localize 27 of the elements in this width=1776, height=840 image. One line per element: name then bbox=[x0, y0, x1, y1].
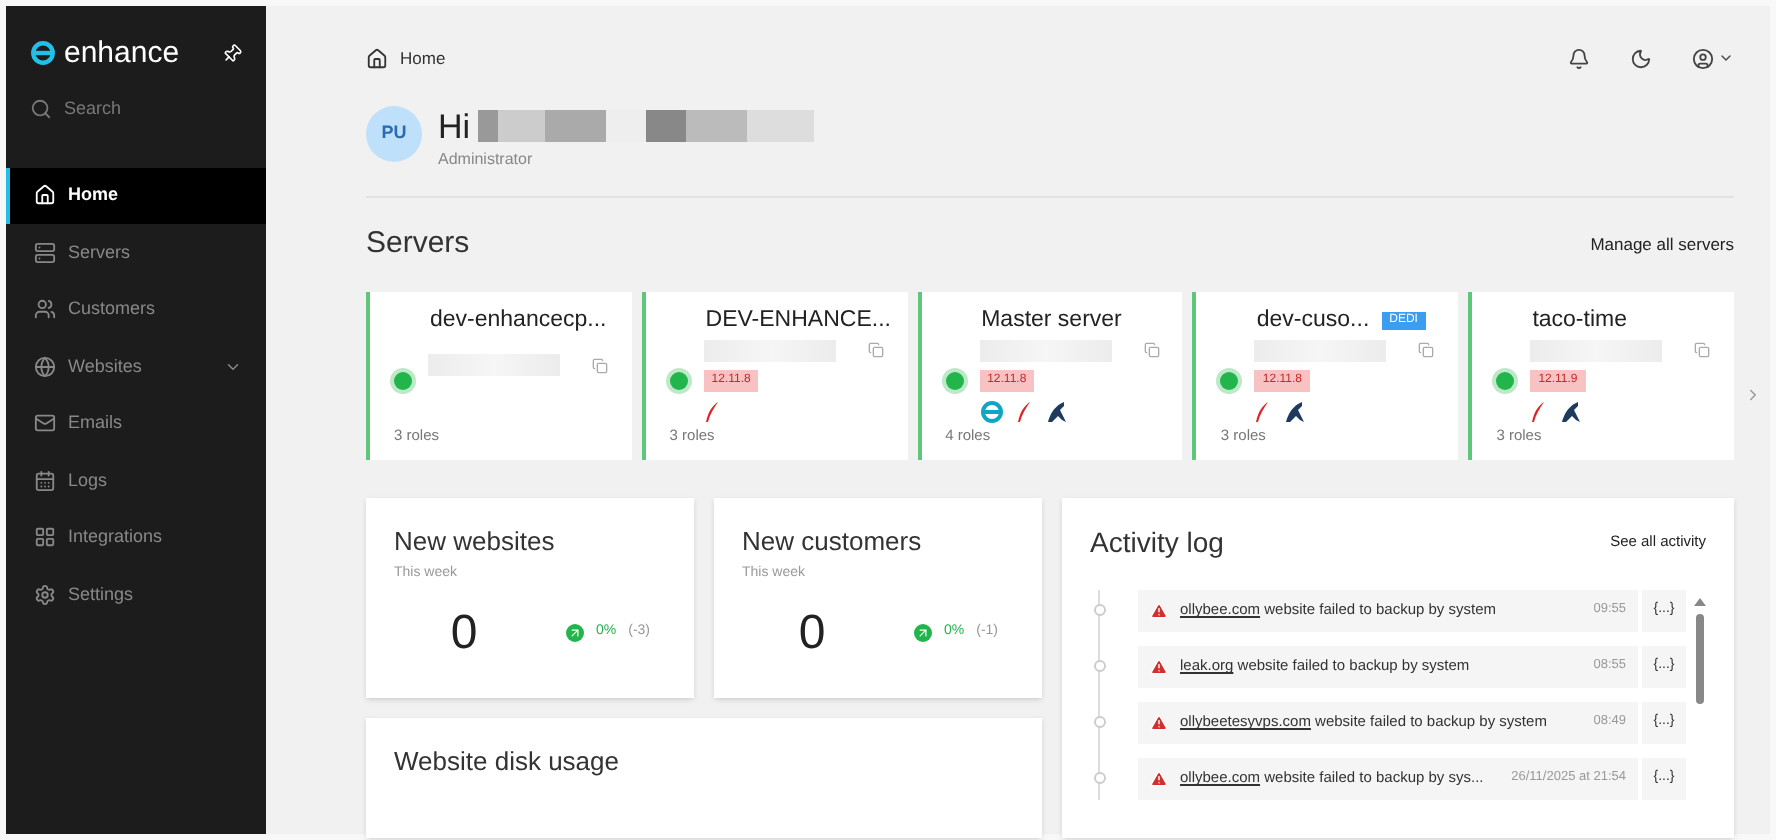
greeting: Hi bbox=[438, 105, 471, 148]
stat-title: New websites bbox=[394, 523, 557, 559]
sidebar-item[interactable]: Servers bbox=[6, 224, 266, 281]
server-name: DEV-ENHANCE... bbox=[705, 305, 891, 335]
manage-servers-link[interactable]: Manage all servers bbox=[1590, 231, 1734, 258]
sidebar-item[interactable]: Websites bbox=[6, 338, 266, 395]
card-title: Activity log bbox=[1090, 523, 1224, 562]
server-name: dev-enhancecp... bbox=[430, 305, 607, 335]
stat-title: New customers bbox=[742, 523, 924, 559]
card-title: Website disk usage bbox=[394, 743, 621, 780]
section-title: Servers bbox=[366, 224, 470, 264]
stat-value: 0 bbox=[448, 603, 480, 663]
server-name: dev-cuso... bbox=[1256, 305, 1370, 335]
server-name: Master server bbox=[981, 305, 1122, 335]
sidebar-item[interactable]: Settings bbox=[6, 566, 266, 623]
avatar: PU bbox=[366, 105, 422, 162]
sidebar-item[interactable]: Home bbox=[6, 167, 266, 224]
search-field[interactable]: Search bbox=[64, 96, 224, 123]
sidebar-item[interactable]: Integrations bbox=[6, 509, 266, 566]
sidebar-item[interactable]: Emails bbox=[6, 395, 266, 452]
stat-value: 0 bbox=[796, 603, 828, 663]
role-text: Administrator bbox=[438, 148, 535, 172]
sidebar-item[interactable]: Customers bbox=[6, 281, 266, 338]
logo-text: enhance bbox=[64, 38, 180, 68]
sidebar-item[interactable]: Logs bbox=[6, 452, 266, 509]
server-name: taco-time bbox=[1532, 305, 1627, 335]
breadcrumb[interactable]: Home bbox=[400, 46, 446, 72]
